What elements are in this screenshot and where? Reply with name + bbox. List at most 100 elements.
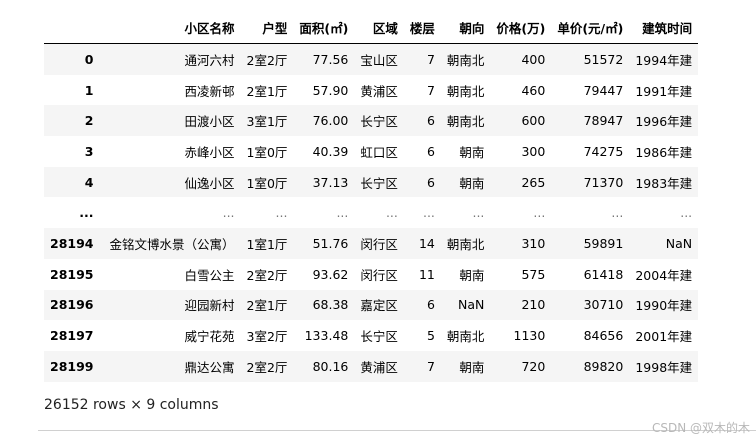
row-index: 28196: [50, 297, 94, 313]
table-cell: 1室1厅: [246, 236, 288, 252]
table-cell: 40.39: [312, 143, 349, 159]
table-cell: 310: [521, 235, 546, 251]
row-index: 1: [84, 82, 94, 98]
table-cell: 1990年建: [635, 298, 693, 314]
table-cell: 133.48: [304, 328, 349, 344]
dataframe-shape: 26152 rows × 9 columns: [44, 397, 219, 413]
table-cell: 1983年建: [635, 175, 693, 191]
table-cell: 鼎达公寓: [184, 359, 235, 375]
table-row: ..............................: [44, 197, 699, 229]
column-header-build-year: 建筑时间: [629, 12, 699, 44]
table-row: 4 仙逸小区 1室0厅 37.13 长宁区 6 朝南 265 71370 1983年建: [44, 166, 699, 198]
dataframe-output: 小区名称 户型 面积(㎡) 区域 楼层 朝向 价格(万) 单价(元/㎡) 建筑时…: [0, 0, 756, 443]
table-cell: 虹口区: [360, 144, 398, 160]
table-cell: 84656: [583, 328, 624, 344]
table-cell: 575: [521, 266, 546, 282]
column-header-name: 小区名称: [103, 12, 241, 44]
table-cell: 76.00: [312, 113, 349, 129]
table-cell: 1994年建: [635, 52, 693, 68]
dataframe-table: 小区名称 户型 面积(㎡) 区域 楼层 朝向 价格(万) 单价(元/㎡) 建筑时…: [44, 12, 699, 382]
table-row: 28199 鼎达公寓 2室2厅 80.16 黄浦区 7 朝南 720 89820 1998年建: [44, 350, 699, 382]
table-cell: NaN: [665, 235, 693, 251]
table-cell: 朝南北: [446, 236, 485, 252]
column-header-area: 面积(㎡): [293, 12, 355, 44]
column-header-orientation: 朝向: [440, 12, 491, 44]
table-cell: 白雪公主: [184, 267, 235, 283]
header-row: 小区名称 户型 面积(㎡) 区域 楼层 朝向 价格(万) 单价(元/㎡) 建筑时…: [44, 12, 699, 44]
table-cell: ...: [222, 205, 235, 221]
table-cell: 朝南北: [446, 83, 485, 99]
table-cell: 11: [418, 266, 435, 282]
table-cell: 2室2厅: [246, 52, 288, 68]
table-cell: 2004年建: [635, 267, 693, 283]
table-cell: 6: [426, 297, 435, 313]
table-cell: 71370: [583, 174, 624, 190]
table-cell: 59891: [583, 235, 624, 251]
table-row: 0 通河六村 2室2厅 77.56 宝山区 7 朝南北 400 51572 1994年建: [44, 43, 699, 75]
table-cell: 37.13: [312, 174, 349, 190]
table-cell: ...: [275, 205, 288, 221]
table-cell: ...: [533, 205, 546, 221]
row-index: 0: [84, 51, 94, 67]
table-cell: 闵行区: [360, 236, 398, 252]
table-cell: ...: [611, 205, 624, 221]
table-row: 28195 白雪公主 2室2厅 93.62 闵行区 11 朝南 575 61418 2004年建: [44, 258, 699, 290]
table-cell: 3室2厅: [246, 329, 288, 345]
table-cell: 赤峰小区: [184, 144, 235, 160]
table-cell: 朝南: [459, 144, 485, 160]
table-cell: 600: [521, 113, 546, 129]
table-cell: 74275: [583, 143, 624, 159]
row-index: 4: [84, 174, 94, 190]
table-cell: 威宁花苑: [184, 329, 235, 345]
table-cell: 68.38: [312, 297, 349, 313]
table-cell: 1130: [513, 328, 546, 344]
table-cell: 2室1厅: [246, 298, 288, 314]
table-cell: 长宁区: [360, 329, 398, 345]
table-cell: 14: [418, 235, 435, 251]
table-cell: 7: [426, 358, 435, 374]
row-index: 28194: [50, 235, 94, 251]
table-cell: 460: [521, 82, 546, 98]
table-row: 3 赤峰小区 1室0厅 40.39 虹口区 6 朝南 300 74275 1986年建: [44, 136, 699, 167]
table-cell: 朝南北: [446, 52, 485, 68]
table-cell: ...: [680, 205, 693, 221]
table-cell: 6: [426, 174, 435, 190]
table-cell: 265: [521, 174, 546, 190]
row-index: ...: [79, 205, 94, 221]
table-cell: 田渡小区: [184, 114, 235, 130]
table-row: 1 西凌新邨 2室1厅 57.90 黄浦区 7 朝南北 460 79447 1991年建: [44, 74, 699, 106]
table-cell: 1998年建: [635, 359, 693, 375]
table-cell: 57.90: [312, 82, 349, 98]
watermark: CSDN @双木的木: [651, 421, 750, 435]
table-cell: 迎园新村: [184, 298, 235, 314]
table-cell: 7: [426, 82, 435, 98]
table-cell: ...: [472, 205, 485, 221]
table-cell: 2室2厅: [246, 359, 288, 375]
row-index: 28195: [50, 266, 94, 282]
table-cell: 朝南北: [446, 329, 485, 345]
table-cell: ...: [336, 205, 349, 221]
table-cell: 1室0厅: [246, 175, 288, 191]
table-cell: 1986年建: [635, 144, 693, 160]
table-cell: 闵行区: [360, 267, 398, 283]
table-cell: 朝南: [459, 175, 485, 191]
table-cell: 5: [426, 328, 435, 344]
table-cell: 30710: [583, 297, 624, 313]
table-cell: 720: [521, 358, 546, 374]
column-header-layout: 户型: [240, 12, 294, 44]
table-cell: NaN: [458, 297, 485, 313]
table-cell: 51572: [583, 51, 624, 67]
table-cell: 6: [426, 113, 435, 129]
column-header-unit-price: 单价(元/㎡): [551, 12, 630, 44]
table-cell: 79447: [583, 82, 624, 98]
table-cell: 80.16: [312, 358, 349, 374]
table-cell: 通河六村: [184, 52, 235, 68]
table-cell: 93.62: [312, 266, 349, 282]
table-row: 2 田渡小区 3室1厅 76.00 长宁区 6 朝南北 600 78947 1996年建: [44, 105, 699, 137]
table-cell: 黄浦区: [360, 359, 398, 375]
table-cell: 3室1厅: [246, 114, 288, 130]
table-cell: ...: [422, 205, 435, 221]
table-cell: 仙逸小区: [184, 175, 235, 191]
table-body: 0 通河六村 2室2厅 77.56 宝山区 7 朝南北 400 51572 1994年建 1 西凌新邨…: [44, 43, 699, 382]
row-index: 2: [84, 113, 94, 129]
